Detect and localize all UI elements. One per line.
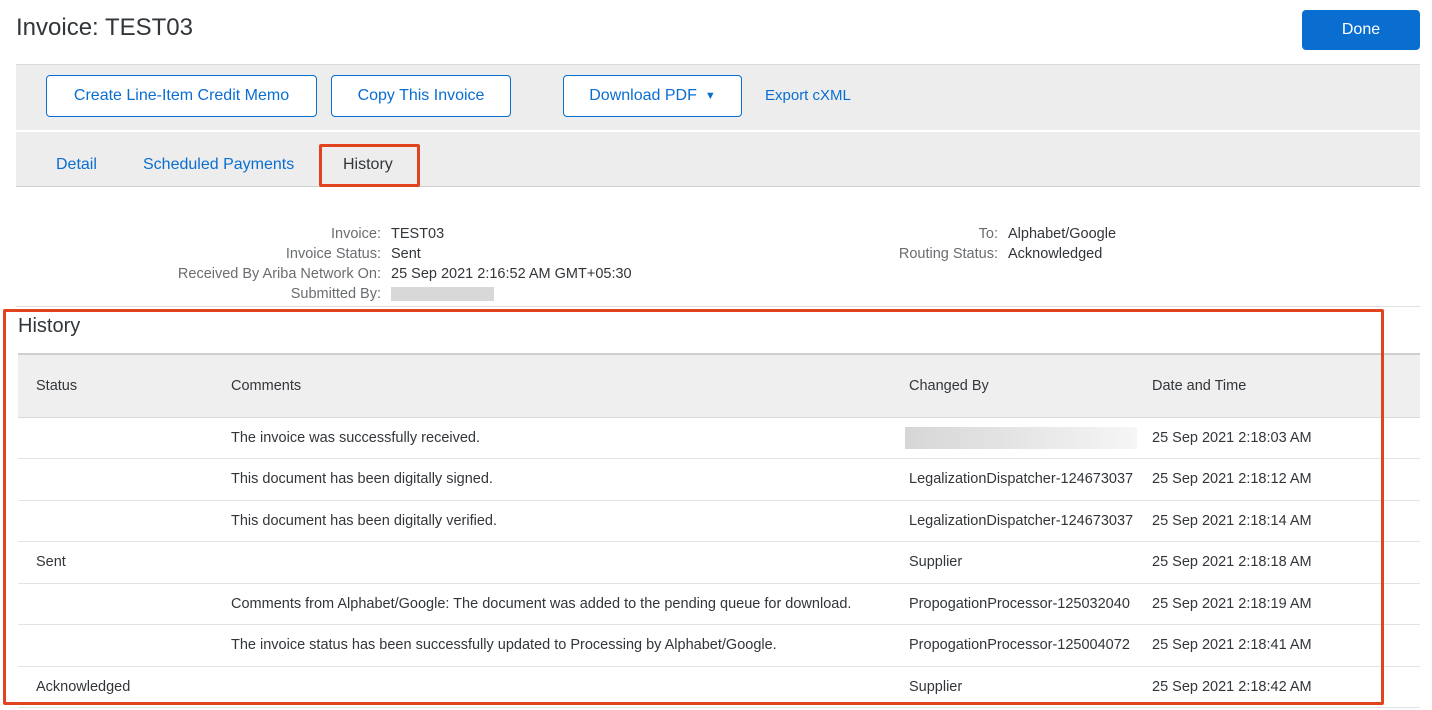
changed-by-cell: LegalizationDispatcher-124673037	[909, 458, 1152, 501]
invoice-status-label: Invoice Status:	[285, 246, 381, 262]
datetime-cell: 25 Sep 2021 2:18:41 AM	[1152, 624, 1420, 667]
comments-cell: This document has been digitally signed.	[231, 458, 909, 501]
submitted-by-label: Submitted By:	[290, 286, 381, 302]
tab-scheduled-payments[interactable]: Scheduled Payments	[143, 156, 294, 174]
col-datetime-header[interactable]: Date and Time	[1152, 353, 1420, 418]
done-button[interactable]: Done	[1302, 10, 1420, 50]
datetime-cell: 25 Sep 2021 2:18:19 AM	[1152, 583, 1420, 625]
status-cell	[18, 458, 231, 501]
comments-cell: The invoice status has been successfully…	[231, 624, 909, 667]
routing-status-label: Routing Status:	[898, 246, 998, 262]
changed-by-cell: LegalizationDispatcher-124673037	[909, 500, 1152, 542]
status-cell	[18, 500, 231, 542]
table-row: The invoice status has been successfully…	[18, 624, 1420, 667]
table-row: This document has been digitally signed.…	[18, 458, 1420, 501]
comments-cell: This document has been digitally verifie…	[231, 500, 909, 542]
received-value: 25 Sep 2021 2:16:52 AM GMT+05:30	[391, 266, 632, 282]
to-label: To:	[978, 226, 998, 242]
status-cell	[18, 417, 231, 459]
changed-by-cell: PropogationProcessor-125004072	[909, 624, 1152, 667]
create-credit-memo-button[interactable]: Create Line-Item Credit Memo	[46, 75, 317, 117]
col-status-header[interactable]: Status	[18, 353, 231, 418]
tab-history[interactable]: History	[343, 156, 393, 174]
page-title: Invoice: TEST03	[16, 14, 193, 41]
history-header-row: Status Comments Changed By Date and Time	[18, 353, 1420, 418]
changed-by-cell: Supplier	[909, 541, 1152, 584]
routing-status-value: Acknowledged	[1008, 246, 1103, 262]
datetime-cell: 25 Sep 2021 2:18:12 AM	[1152, 458, 1420, 501]
changed-by-cell: Supplier	[909, 666, 1152, 708]
status-cell	[18, 583, 231, 625]
datetime-cell: 25 Sep 2021 2:18:14 AM	[1152, 500, 1420, 542]
invoice-summary-left: Invoice: TEST03 Invoice Status: Sent Recei…	[16, 224, 632, 304]
table-row: Acknowledged Supplier 25 Sep 2021 2:18:4…	[18, 666, 1420, 708]
status-cell	[18, 624, 231, 667]
history-table: Status Comments Changed By Date and Time…	[18, 353, 1420, 708]
status-cell: Acknowledged	[18, 666, 231, 708]
changed-by-cell	[905, 417, 1152, 459]
copy-invoice-button[interactable]: Copy This Invoice	[331, 75, 511, 117]
comments-cell: Comments from Alphabet/Google: The docum…	[231, 583, 909, 625]
download-pdf-button[interactable]: Download PDF ▼	[563, 75, 742, 117]
download-pdf-label: Download PDF	[589, 87, 697, 104]
comments-cell	[231, 666, 909, 708]
history-section-title: History	[18, 315, 81, 337]
datetime-cell: 25 Sep 2021 2:18:18 AM	[1152, 541, 1420, 584]
action-toolbar: Create Line-Item Credit Memo Copy This I…	[16, 64, 1420, 130]
invoice-label: Invoice:	[331, 226, 381, 242]
table-row: The invoice was successfully received. 2…	[18, 417, 1420, 459]
col-changed-by-header[interactable]: Changed By	[909, 353, 1152, 418]
datetime-cell: 25 Sep 2021 2:18:42 AM	[1152, 666, 1420, 708]
invoice-value: TEST03	[391, 226, 445, 242]
changed-by-cell: PropogationProcessor-125032040	[909, 583, 1152, 625]
export-cxml-link[interactable]: Export cXML	[765, 87, 851, 104]
col-comments-header[interactable]: Comments	[231, 353, 909, 418]
table-row: This document has been digitally verifie…	[18, 500, 1420, 542]
caret-down-icon: ▼	[704, 90, 716, 102]
datetime-cell: 25 Sep 2021 2:18:03 AM	[1152, 417, 1420, 459]
section-divider	[16, 306, 1420, 307]
submitted-by-redacted	[391, 287, 494, 302]
comments-cell	[231, 541, 909, 584]
table-row: Comments from Alphabet/Google: The docum…	[18, 583, 1420, 625]
table-row: Sent Supplier 25 Sep 2021 2:18:18 AM	[18, 541, 1420, 584]
changed-by-redacted	[905, 426, 1137, 449]
invoice-status-value: Sent	[391, 246, 421, 262]
received-label: Received By Ariba Network On:	[177, 266, 381, 282]
tab-detail[interactable]: Detail	[56, 156, 97, 174]
to-value: Alphabet/Google	[1008, 226, 1117, 242]
status-cell: Sent	[18, 541, 231, 584]
tab-bar: Detail Scheduled Payments History	[16, 132, 1420, 187]
invoice-summary-right: To: Alphabet/Google Routing Status: Acknow…	[700, 224, 1116, 264]
comments-cell: The invoice was successfully received.	[231, 417, 909, 459]
